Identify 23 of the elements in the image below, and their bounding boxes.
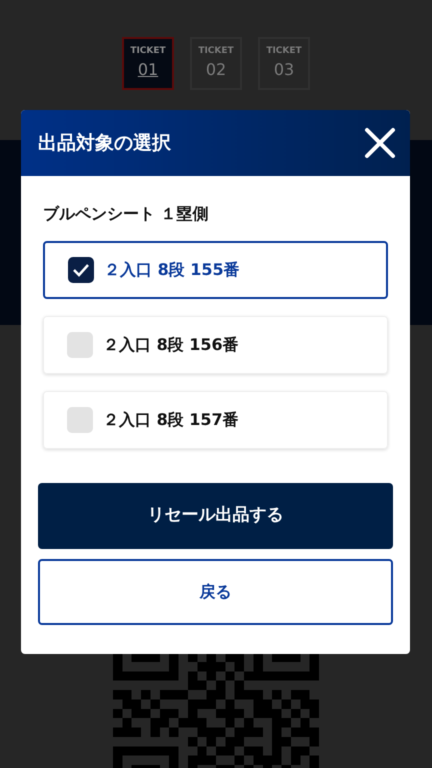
- ticket-label: TICKET: [198, 44, 234, 58]
- resale-button[interactable]: リセール出品する: [38, 483, 393, 549]
- checkbox[interactable]: [68, 257, 94, 283]
- seat-option[interactable]: ２入口 8段 157番: [43, 391, 388, 449]
- seat-label: ２入口 8段 155番: [104, 259, 240, 281]
- ticket-number: 02: [206, 59, 226, 82]
- checkbox[interactable]: [67, 332, 93, 358]
- ticket-tab[interactable]: TICKET 03: [258, 37, 310, 90]
- seat-label: ２入口 8段 156番: [103, 334, 239, 356]
- ticket-tab[interactable]: TICKET 02: [190, 37, 242, 90]
- ticket-tab[interactable]: TICKET 01: [122, 37, 174, 90]
- check-icon: [72, 263, 90, 277]
- seat-label: ２入口 8段 157番: [103, 409, 239, 431]
- checkbox[interactable]: [67, 407, 93, 433]
- ticket-label: TICKET: [130, 44, 166, 58]
- ticket-number: 01: [138, 59, 158, 82]
- section-title: ブルペンシート １塁側: [43, 203, 210, 225]
- back-button[interactable]: 戻る: [38, 559, 393, 625]
- modal-title: 出品対象の選択: [38, 130, 171, 156]
- ticket-number: 03: [274, 59, 294, 82]
- ticket-label: TICKET: [266, 44, 302, 58]
- close-icon[interactable]: [364, 127, 396, 159]
- seat-option[interactable]: ２入口 8段 156番: [43, 316, 388, 374]
